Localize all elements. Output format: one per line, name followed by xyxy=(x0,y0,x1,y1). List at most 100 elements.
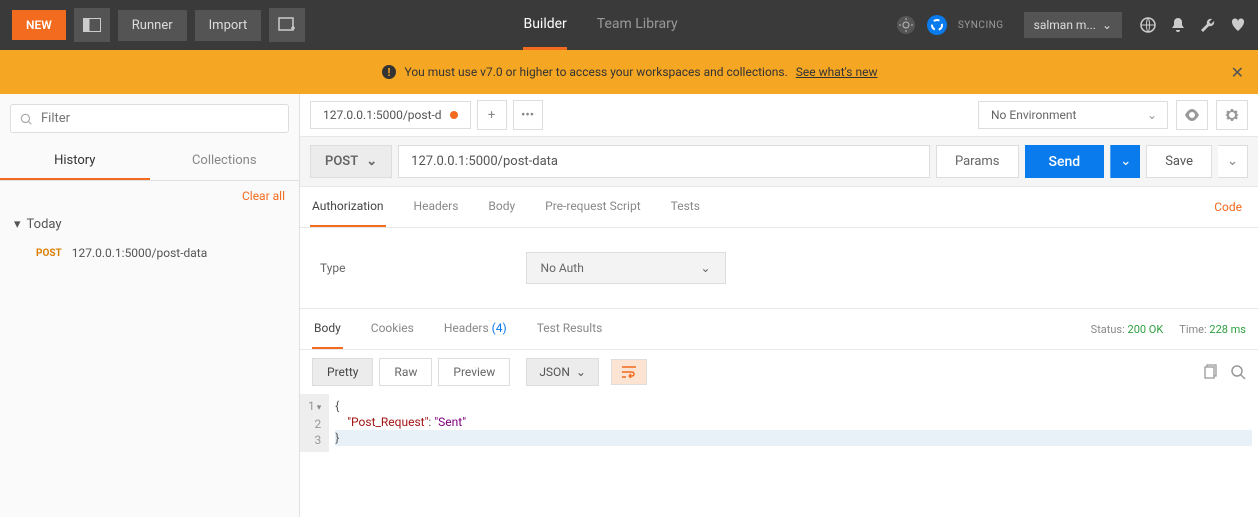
bell-icon[interactable] xyxy=(1170,17,1186,33)
environment-label: No Environment xyxy=(991,108,1076,122)
env-preview-button[interactable] xyxy=(1176,100,1208,130)
status-value: 200 OK xyxy=(1128,323,1164,336)
resp-tab-headers[interactable]: Headers (4) xyxy=(442,309,509,349)
auth-type-label: Type xyxy=(320,261,346,275)
top-icons xyxy=(1140,17,1246,33)
sidebar-tab-collections[interactable]: Collections xyxy=(150,143,300,180)
params-button[interactable]: Params xyxy=(936,145,1019,178)
top-bar: NEW Runner Import Builder Team Library S… xyxy=(0,0,1258,50)
format-select[interactable]: JSON ⌄ xyxy=(526,358,599,386)
sync-label: SYNCING xyxy=(958,20,1004,31)
eye-icon xyxy=(1184,109,1200,121)
wrench-icon[interactable] xyxy=(1200,17,1216,33)
subtab-prerequest[interactable]: Pre-request Script xyxy=(543,187,642,227)
save-button[interactable]: Save xyxy=(1146,145,1212,178)
chevron-down-icon: ⌄ xyxy=(1102,18,1112,32)
tab-options-button[interactable]: ••• xyxy=(513,100,543,130)
user-label: salman m... xyxy=(1034,18,1096,32)
notice-text: You must use v7.0 or higher to access yo… xyxy=(405,65,788,79)
clear-all-link[interactable]: Clear all xyxy=(0,181,299,211)
response-tabs: Body Cookies Headers (4) Test Results St… xyxy=(300,309,1258,350)
environment-select[interactable]: No Environment xyxy=(978,101,1168,129)
wrap-icon xyxy=(622,366,636,378)
globe-icon[interactable] xyxy=(1140,17,1156,33)
resp-tab-tests[interactable]: Test Results xyxy=(535,309,605,349)
send-dropdown[interactable]: ⌄ xyxy=(1110,145,1140,178)
resp-tab-body[interactable]: Body xyxy=(312,309,343,349)
heart-icon[interactable] xyxy=(1230,17,1246,33)
notice-link[interactable]: See what's new xyxy=(796,65,878,79)
method-badge: POST xyxy=(36,248,62,259)
sync-icon[interactable] xyxy=(926,14,948,36)
sidebar-tab-history[interactable]: History xyxy=(0,143,150,180)
auth-type-select[interactable]: No Auth ⌄ xyxy=(526,252,726,284)
new-window-button[interactable] xyxy=(269,8,305,42)
caret-down-icon: ▾ xyxy=(14,217,21,232)
filter-input[interactable] xyxy=(10,104,289,133)
time-label: Time: xyxy=(1179,323,1206,336)
copy-icon[interactable] xyxy=(1202,364,1218,380)
subtab-tests[interactable]: Tests xyxy=(669,187,702,227)
response-toolbar: Pretty Raw Preview JSON ⌄ xyxy=(300,350,1258,394)
chevron-down-icon: ⌄ xyxy=(576,365,586,379)
view-preview-button[interactable]: Preview xyxy=(438,358,510,386)
upgrade-notice: ! You must use v7.0 or higher to access … xyxy=(0,50,1258,94)
code-line-3: } xyxy=(335,430,1252,446)
tab-builder[interactable]: Builder xyxy=(523,0,566,50)
url-input[interactable] xyxy=(398,145,930,178)
history-item-url: 127.0.0.1:5000/post-data xyxy=(72,246,208,260)
env-settings-button[interactable] xyxy=(1216,100,1248,130)
code-line-1: { xyxy=(335,398,1252,414)
close-icon[interactable]: ✕ xyxy=(1231,63,1244,82)
sync-area: SYNCING xyxy=(896,14,1004,36)
sidebar: History Collections Clear all ▾ Today PO… xyxy=(0,94,300,517)
chevron-down-icon: ⌄ xyxy=(700,261,710,275)
content: 127.0.0.1:5000/post-d + ••• No Environme… xyxy=(300,94,1258,517)
request-tab-label: 127.0.0.1:5000/post-d xyxy=(323,108,442,122)
add-tab-button[interactable]: + xyxy=(477,100,507,130)
history-group-label: Today xyxy=(27,217,62,232)
auth-panel: Type No Auth ⌄ xyxy=(300,228,1258,309)
time-value: 228 ms xyxy=(1209,323,1246,336)
response-status: Status: 200 OK Time: 228 ms xyxy=(1091,323,1246,336)
subtab-headers[interactable]: Headers xyxy=(412,187,461,227)
info-icon: ! xyxy=(381,64,397,80)
resp-headers-label: Headers xyxy=(444,321,489,335)
code-line-2: "Post_Request": "Sent" xyxy=(335,414,1252,430)
layout-toggle-button[interactable] xyxy=(74,8,110,42)
status-label: Status: xyxy=(1091,323,1125,336)
gear-icon xyxy=(1224,107,1240,123)
user-dropdown[interactable]: salman m... ⌄ xyxy=(1024,12,1122,38)
resp-headers-count: (4) xyxy=(492,321,507,335)
history-group-today[interactable]: ▾ Today xyxy=(0,211,299,238)
resp-tab-cookies[interactable]: Cookies xyxy=(369,309,416,349)
method-select[interactable]: POST ⌄ xyxy=(310,145,392,178)
request-tab[interactable]: 127.0.0.1:5000/post-d xyxy=(310,101,471,129)
subtab-authorization[interactable]: Authorization xyxy=(310,187,386,227)
window-plus-icon xyxy=(278,17,296,33)
wrap-lines-button[interactable] xyxy=(611,359,647,385)
send-button[interactable]: Send xyxy=(1025,145,1105,178)
chevron-down-icon: ⌄ xyxy=(366,154,377,169)
response-body[interactable]: 1▾ 2 3 { "Post_Request": "Sent" } xyxy=(300,394,1258,452)
code-link[interactable]: Code xyxy=(1214,200,1248,214)
import-button[interactable]: Import xyxy=(195,10,262,41)
line-gutter: 1▾ 2 3 xyxy=(300,394,329,452)
new-button[interactable]: NEW xyxy=(12,10,66,40)
history-item[interactable]: POST 127.0.0.1:5000/post-data xyxy=(0,238,299,268)
method-label: POST xyxy=(325,154,358,169)
subtab-body[interactable]: Body xyxy=(486,187,517,227)
runner-button[interactable]: Runner xyxy=(118,10,187,41)
svg-text:!: ! xyxy=(387,66,390,79)
request-tabs-row: 127.0.0.1:5000/post-d + ••• No Environme… xyxy=(300,94,1258,136)
format-label: JSON xyxy=(539,365,570,379)
search-icon[interactable] xyxy=(1230,364,1246,380)
view-pretty-button[interactable]: Pretty xyxy=(312,358,373,386)
capture-icon[interactable] xyxy=(896,15,916,35)
auth-type-value: No Auth xyxy=(541,261,584,275)
tab-team-library[interactable]: Team Library xyxy=(597,0,678,50)
layout-icon xyxy=(83,18,101,32)
request-row: POST ⌄ Params Send ⌄ Save ⌄ xyxy=(300,136,1258,187)
view-raw-button[interactable]: Raw xyxy=(379,358,432,386)
save-dropdown[interactable]: ⌄ xyxy=(1218,145,1248,178)
